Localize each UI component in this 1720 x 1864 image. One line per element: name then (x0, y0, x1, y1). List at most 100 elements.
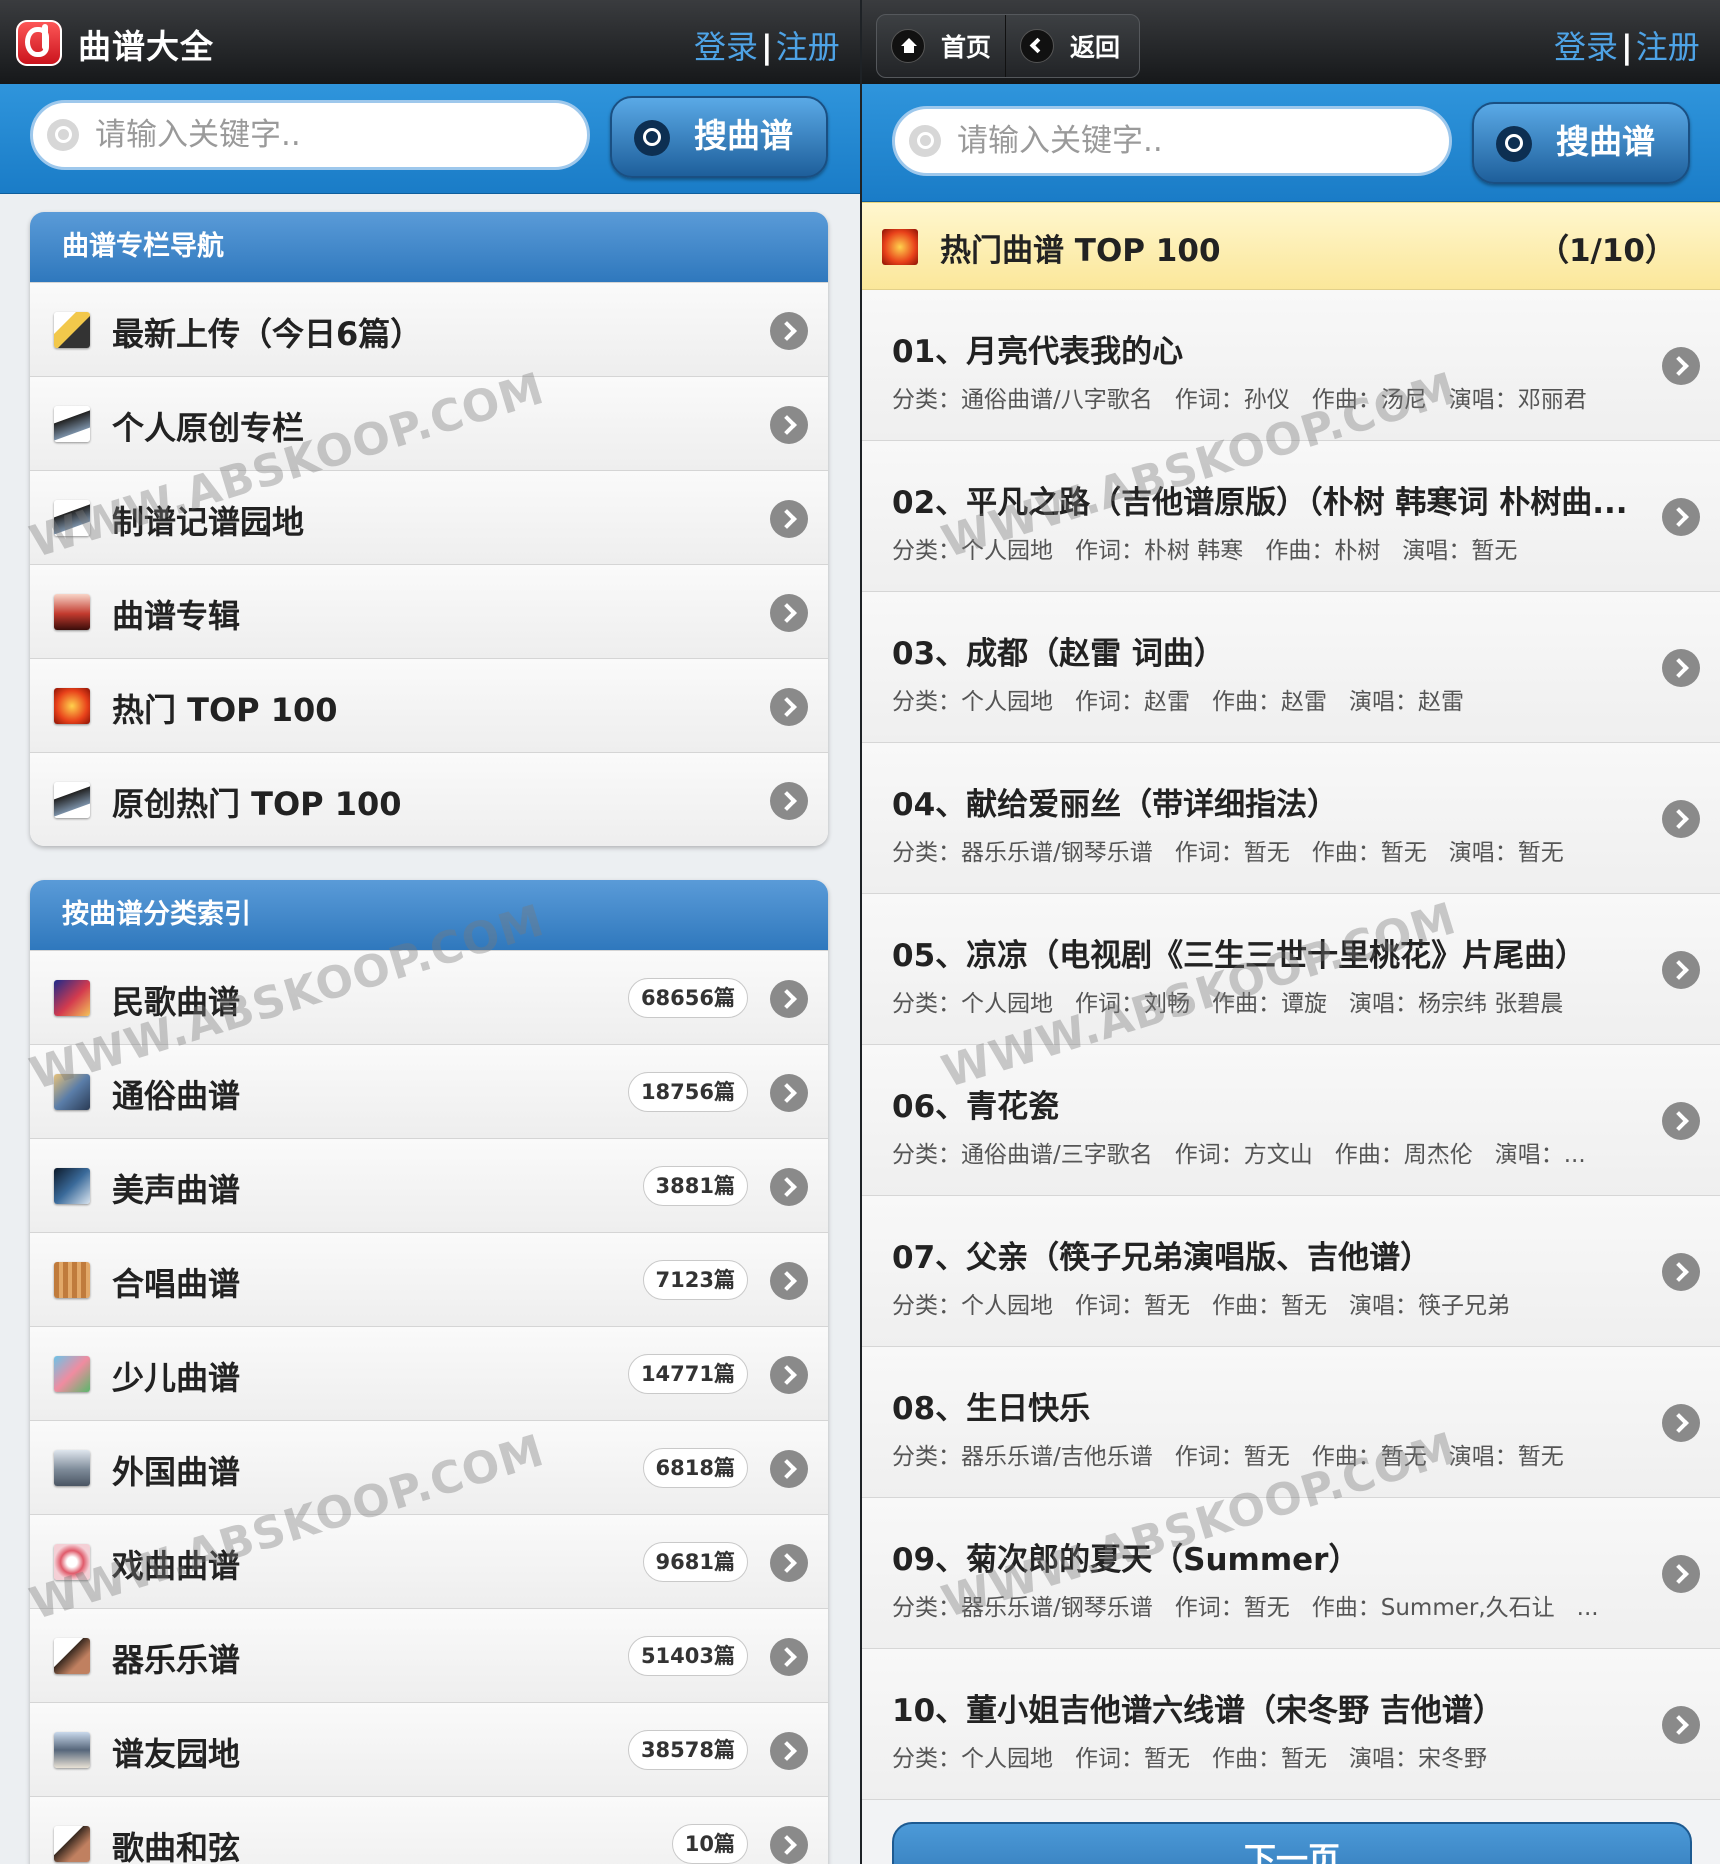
song-title: 05、凉凉（电视剧《三生三世十里桃花》片尾曲） (892, 938, 1587, 974)
row-label: 器乐乐谱 (112, 1641, 241, 1679)
chevron-right-icon[interactable] (770, 1356, 808, 1394)
chevron-right-icon[interactable] (770, 688, 808, 726)
row-thumbnail-icon (54, 500, 90, 536)
chevron-right-icon[interactable] (770, 782, 808, 820)
chevron-right-icon[interactable] (770, 312, 808, 350)
chevron-right-icon[interactable] (770, 1450, 808, 1488)
row-thumbnail-icon (54, 1168, 90, 1204)
search-input[interactable]: 请输入关键字.. (30, 100, 590, 170)
song-row[interactable]: 09、菊次郎的夏天（Summer） 分类：器乐乐谱/钢琴乐谱 作词：暂无 作曲：Sum… (862, 1498, 1720, 1649)
song-row[interactable]: 06、青花瓷 分类：通俗曲谱/三字歌名 作词：方文山 作曲：周杰伦 演唱：... (862, 1045, 1720, 1196)
search-button-label: 搜曲谱 (1556, 122, 1655, 161)
song-title: 10、董小姐吉他谱六线谱（宋冬野 吉他谱） (892, 1693, 1504, 1729)
search-input[interactable]: 请输入关键字.. (892, 106, 1452, 176)
search-button[interactable]: 搜曲谱 (610, 96, 828, 178)
song-row[interactable]: 07、父亲（筷子兄弟演唱版、吉他谱） 分类：个人园地 作词：暂无 作曲：暂无 演唱：筷子… (862, 1196, 1720, 1347)
row-thumbnail-icon (54, 980, 90, 1016)
song-meta-field: ... (1576, 1595, 1599, 1621)
song-meta-field: 作曲：谭旋 (1212, 991, 1327, 1017)
chevron-right-icon[interactable] (1662, 1555, 1700, 1593)
chevron-right-icon[interactable] (770, 1826, 808, 1864)
song-row[interactable]: 02、平凡之路（吉他谱原版）（朴树 韩寒词 朴树曲... 分类：个人园地 作词：朴树… (862, 441, 1720, 592)
category-row[interactable]: 民歌曲谱 68656篇 (30, 950, 828, 1044)
category-row[interactable]: 合唱曲谱 7123篇 (30, 1232, 828, 1326)
song-row[interactable]: 10、董小姐吉他谱六线谱（宋冬野 吉他谱） 分类：个人园地 作词：暂无 作曲：暂无 演唱… (862, 1649, 1720, 1800)
song-row[interactable]: 05、凉凉（电视剧《三生三世十里桃花》片尾曲） 分类：个人园地 作词：刘畅 作曲：谭旋… (862, 894, 1720, 1045)
nav-row[interactable]: 制谱记谱园地 (30, 470, 828, 564)
song-title: 08、生日快乐 (892, 1391, 1091, 1427)
home-button[interactable]: 首页 (877, 15, 1005, 77)
chevron-right-icon[interactable] (1662, 800, 1700, 838)
chevron-right-icon[interactable] (770, 1544, 808, 1582)
chevron-right-icon[interactable] (770, 406, 808, 444)
chevron-right-icon[interactable] (1662, 347, 1700, 385)
chevron-right-icon[interactable] (1662, 1706, 1700, 1744)
category-row[interactable]: 器乐乐谱 51403篇 (30, 1608, 828, 1702)
row-label: 少儿曲谱 (112, 1359, 241, 1397)
register-link[interactable]: 注册 (1636, 28, 1700, 66)
song-row[interactable]: 01、月亮代表我的心 分类：通俗曲谱/八字歌名 作词：孙仪 作曲：汤尼 演唱：邓丽君 (862, 290, 1720, 441)
chevron-right-icon[interactable] (1662, 649, 1700, 687)
song-row[interactable]: 08、生日快乐分类：器乐乐谱/吉他乐谱 作词：暂无 作曲：暂无 演唱：暂无 (862, 1347, 1720, 1498)
song-meta-field: 分类：个人园地 (892, 991, 1053, 1017)
category-row[interactable]: 通俗曲谱 18756篇 (30, 1044, 828, 1138)
nav-row[interactable]: 原创热门 TOP 100 (30, 752, 828, 846)
nav-row[interactable]: 热门 TOP 100 (30, 658, 828, 752)
song-row[interactable]: 04、献给爱丽丝（带详细指法） 分类：器乐乐谱/钢琴乐谱 作词：暂无 作曲：暂无 演唱：… (862, 743, 1720, 894)
row-label: 外国曲谱 (112, 1453, 241, 1491)
song-row[interactable]: 03、成都（赵雷 词曲） 分类：个人园地 作词：赵雷 作曲：赵雷 演唱：赵雷 (862, 592, 1720, 743)
row-thumbnail-icon (54, 782, 90, 818)
chevron-right-icon[interactable] (770, 1638, 808, 1676)
nav-row[interactable]: 个人原创专栏 (30, 376, 828, 470)
song-meta-field: 作曲：赵雷 (1212, 689, 1327, 715)
category-row[interactable]: 戏曲曲谱 9681篇 (30, 1514, 828, 1608)
chevron-right-icon[interactable] (770, 1732, 808, 1770)
song-meta: 分类：器乐乐谱/吉他乐谱 作词：暂无 作曲：暂无 演唱：暂无 (892, 1437, 1586, 1471)
chevron-right-icon[interactable] (770, 1074, 808, 1112)
chevron-right-icon[interactable] (770, 1168, 808, 1206)
category-row[interactable]: 少儿曲谱 14771篇 (30, 1326, 828, 1420)
chevron-right-icon[interactable] (770, 500, 808, 538)
chevron-right-icon[interactable] (1662, 1404, 1700, 1442)
song-meta-field: 作词：朴树 韩寒 (1075, 538, 1244, 564)
song-meta-field: 作曲：暂无 (1311, 1444, 1427, 1470)
song-meta-field: 作词：暂无 (1174, 840, 1290, 866)
row-thumbnail-icon (54, 1732, 90, 1768)
category-row[interactable]: 美声曲谱 3881篇 (30, 1138, 828, 1232)
row-label: 原创热门 TOP 100 (112, 785, 402, 823)
search-icon (47, 119, 79, 151)
song-meta-field: 演唱：宋冬野 (1349, 1746, 1487, 1772)
search-button[interactable]: 搜曲谱 (1472, 102, 1690, 184)
category-row[interactable]: 外国曲谱 6818篇 (30, 1420, 828, 1514)
song-meta-field: 作曲：暂无 (1212, 1746, 1327, 1772)
chevron-right-icon[interactable] (770, 594, 808, 632)
register-link[interactable]: 注册 (776, 28, 840, 66)
category-section-title: 按曲谱分类索引 (30, 880, 828, 950)
back-button[interactable]: 返回 (1005, 15, 1134, 77)
back-arrow-icon (1020, 29, 1055, 63)
app-logo-icon[interactable] (16, 20, 62, 66)
nav-row[interactable]: 最新上传（今日6篇） (30, 282, 828, 376)
row-thumbnail-icon (54, 1450, 90, 1486)
login-link[interactable]: 登录 (694, 28, 758, 66)
login-link[interactable]: 登录 (1554, 28, 1618, 66)
search-placeholder: 请输入关键字.. (95, 117, 301, 153)
chevron-right-icon[interactable] (1662, 951, 1700, 989)
chevron-right-icon[interactable] (770, 980, 808, 1018)
song-title: 02、平凡之路（吉他谱原版）（朴树 韩寒词 朴树曲... (892, 485, 1628, 521)
category-row[interactable]: 谱友园地 38578篇 (30, 1702, 828, 1796)
next-page-button[interactable]: 下一页 (892, 1822, 1692, 1864)
song-meta-field: 分类：个人园地 (892, 1293, 1053, 1319)
song-meta-field: 作曲：Summer,久石让 (1311, 1595, 1555, 1621)
chevron-right-icon[interactable] (1662, 1253, 1700, 1291)
count-badge: 18756篇 (627, 1072, 748, 1112)
chevron-right-icon[interactable] (770, 1262, 808, 1300)
chevron-right-icon[interactable] (1662, 1102, 1700, 1140)
category-row[interactable]: 歌曲和弦 10篇 (30, 1796, 828, 1864)
song-title: 03、成都（赵雷 词曲） (892, 636, 1225, 672)
row-thumbnail-icon (54, 1074, 90, 1110)
nav-row[interactable]: 曲谱专辑 (30, 564, 828, 658)
chevron-right-icon[interactable] (1662, 498, 1700, 536)
row-thumbnail-icon (54, 1262, 90, 1298)
count-badge: 68656篇 (627, 978, 748, 1018)
